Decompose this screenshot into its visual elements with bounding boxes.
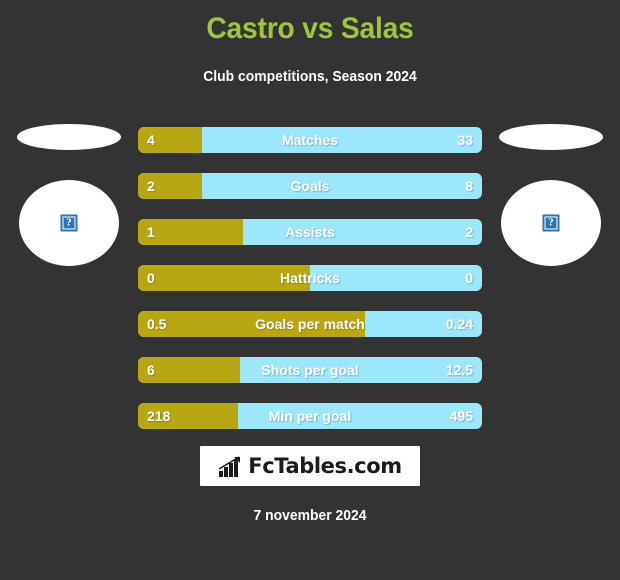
stat-bar-row: 4 Matches 33 xyxy=(138,127,482,153)
avatar-left: ? xyxy=(19,180,119,266)
stat-right-value: 8 xyxy=(465,178,473,194)
broken-image-icon-right: ? xyxy=(542,214,560,232)
avatar-right: ? xyxy=(501,180,601,266)
comparison-bar-chart: 4 Matches 33 2 Goals 8 1 Assists 2 0 Hattricks 0 0.5… xyxy=(138,127,482,449)
stat-right-value: 0.24 xyxy=(445,316,473,332)
player-panel-right: ? xyxy=(482,118,620,288)
chart-header: Castro vs Salas Club competitions, Seaso… xyxy=(0,0,620,86)
flag-icon-right xyxy=(499,124,603,150)
stat-label: Hattricks xyxy=(280,270,340,286)
stat-label: Goals xyxy=(290,178,330,194)
fctables-logo-text: FcTables.com xyxy=(248,454,402,478)
stat-bar-row: 0.5 Goals per match 0.24 xyxy=(138,311,482,337)
stat-bar-row: 0 Hattricks 0 xyxy=(138,265,482,291)
page-title: Castro vs Salas xyxy=(206,12,414,45)
stat-right-value: 12.5 xyxy=(445,362,473,378)
stat-right-value: 2 xyxy=(465,224,473,240)
stat-bar-row: 218 Min per goal 495 xyxy=(138,403,482,429)
stat-label: Goals per match xyxy=(255,316,365,332)
stat-right-value: 0 xyxy=(465,270,473,286)
stat-right-value: 33 xyxy=(457,132,473,148)
bar-chart-arrow-icon xyxy=(218,456,244,478)
chart-subtitle: Club competitions, Season 2024 xyxy=(203,69,417,85)
stat-label: Shots per goal xyxy=(261,362,359,378)
chart-footer: FcTables.com 7 november 2024 xyxy=(0,446,620,524)
stat-bar-row: 1 Assists 2 xyxy=(138,219,482,245)
stat-bar-row: 2 Goals 8 xyxy=(138,173,482,199)
player-panel-left: ? xyxy=(0,118,138,288)
stat-label: Assists xyxy=(285,224,335,240)
stat-right-value: 495 xyxy=(449,408,473,424)
fctables-logo[interactable]: FcTables.com xyxy=(200,446,420,486)
stat-bar-row: 6 Shots per goal 12.5 xyxy=(138,357,482,383)
broken-image-icon-left: ? xyxy=(60,214,78,232)
flag-icon-left xyxy=(17,124,121,150)
chart-date: 7 november 2024 xyxy=(253,508,367,524)
stat-label: Matches xyxy=(281,132,339,148)
stat-label: Min per goal xyxy=(268,408,352,424)
